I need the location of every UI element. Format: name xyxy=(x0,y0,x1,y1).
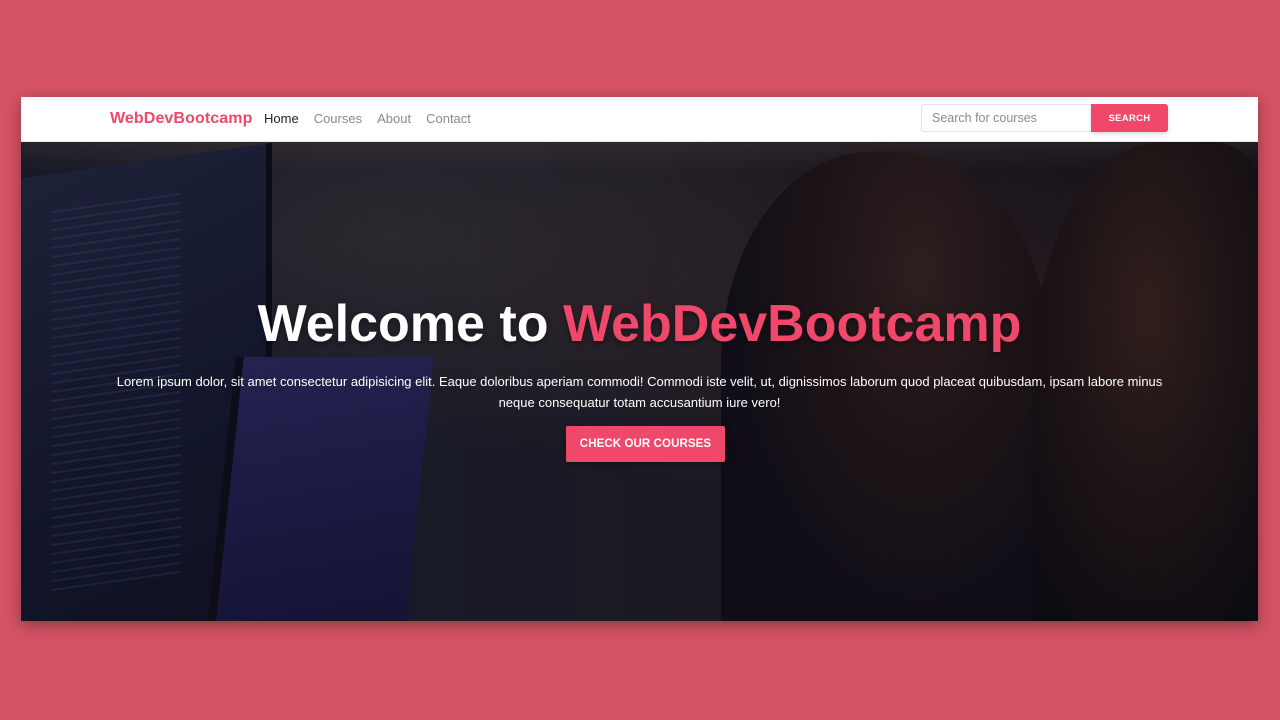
hero-title: Welcome to WebDevBootcamp xyxy=(21,292,1258,356)
nav-link-courses[interactable]: Courses xyxy=(314,111,362,126)
nav-link-home[interactable]: Home xyxy=(264,111,299,126)
browser-frame: WebDevBootcamp Home Courses About Contac… xyxy=(21,97,1258,621)
brand-logo[interactable]: WebDevBootcamp xyxy=(110,110,252,128)
hero-description: Lorem ipsum dolor, sit amet consectetur … xyxy=(116,374,1163,410)
nav-links: Home Courses About Contact xyxy=(264,111,486,126)
hero-title-prefix: Welcome to xyxy=(257,295,563,353)
hero-content: Welcome to WebDevBootcamp Lorem ipsum do… xyxy=(21,142,1258,621)
search-input[interactable] xyxy=(921,104,1091,132)
search-form: SEARCH xyxy=(921,104,1168,132)
search-button[interactable]: SEARCH xyxy=(1091,104,1168,132)
nav-link-about[interactable]: About xyxy=(377,111,411,126)
check-courses-button[interactable]: CHECK OUR COURSES xyxy=(566,426,725,462)
nav-link-contact[interactable]: Contact xyxy=(426,111,471,126)
hero-title-accent: WebDevBootcamp xyxy=(562,295,1022,353)
hero-section: Welcome to WebDevBootcamp Lorem ipsum do… xyxy=(21,142,1258,621)
navbar: WebDevBootcamp Home Courses About Contac… xyxy=(21,97,1258,142)
